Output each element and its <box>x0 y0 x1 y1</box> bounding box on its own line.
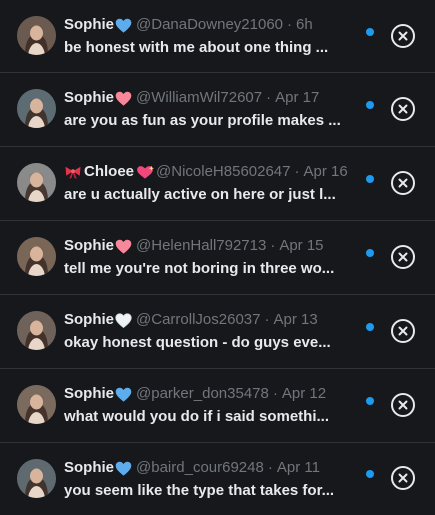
conversation-row[interactable]: Chloee @NicoleH85602647 · Apr 16 are u actua… <box>0 147 435 221</box>
message-preview: okay honest question - do guys eve... <box>64 334 331 351</box>
separator: · <box>270 237 276 254</box>
unread-dot-icon <box>366 101 374 109</box>
separator: · <box>266 89 272 106</box>
conversation-header: Sophie @WilliamWil72607 · Apr 17 <box>64 88 365 108</box>
white-heart-icon <box>115 312 132 328</box>
display-name: Sophie <box>64 89 115 106</box>
conversation-row[interactable]: Sophie @WilliamWil72607 · Apr 17 are you as … <box>0 73 435 147</box>
user-handle: @HelenHall792713 <box>136 237 267 254</box>
user-handle: @DanaDowney21060 <box>136 16 284 33</box>
timestamp: Apr 17 <box>275 89 320 106</box>
ribbon-bow-icon <box>64 164 82 180</box>
avatar[interactable] <box>17 237 56 276</box>
avatar[interactable] <box>17 89 56 128</box>
avatar[interactable] <box>17 385 56 424</box>
conversation-row[interactable]: Sophie @DanaDowney21060 · 6h be honest with … <box>0 0 435 73</box>
user-handle: @CarrollJos26037 <box>136 311 261 328</box>
pink-heart-icon <box>115 91 132 106</box>
display-name: Sophie <box>64 385 115 402</box>
close-icon[interactable] <box>391 319 415 343</box>
separator: · <box>287 16 293 33</box>
close-icon[interactable] <box>391 466 415 490</box>
conversation-header: Chloee @NicoleH85602647 · Apr 16 <box>64 162 365 182</box>
close-icon[interactable] <box>391 393 415 417</box>
display-name: Sophie <box>64 311 115 328</box>
conversation-list: Sophie @DanaDowney21060 · 6h be honest with … <box>0 0 435 515</box>
message-preview: you seem like the type that takes for... <box>64 482 335 499</box>
conversation-header: Sophie @baird_cour69248 · Apr 11 <box>64 458 365 478</box>
pink-heart-icon <box>115 239 132 254</box>
message-preview: tell me you're not boring in three wo... <box>64 260 335 277</box>
avatar[interactable] <box>17 459 56 498</box>
message-preview: what would you do if i said somethi... <box>64 408 330 425</box>
conversation-header: Sophie @DanaDowney21060 · 6h <box>64 15 365 35</box>
timestamp: 6h <box>296 16 313 33</box>
display-name: Sophie <box>64 237 115 254</box>
close-icon[interactable] <box>391 24 415 48</box>
user-handle: @baird_cour69248 <box>136 459 264 476</box>
display-name: Chloee <box>84 163 135 180</box>
separator: · <box>264 311 270 328</box>
user-handle: @NicoleH85602647 <box>156 163 291 180</box>
avatar[interactable] <box>17 16 56 55</box>
conversation-row[interactable]: Sophie @parker_don35478 · Apr 12 what would … <box>0 369 435 443</box>
timestamp: Apr 16 <box>303 163 348 180</box>
unread-dot-icon <box>366 249 374 257</box>
sparkling-hearts-icon <box>135 165 154 180</box>
blue-heart-icon <box>115 387 132 402</box>
conversation-row[interactable]: Sophie @HelenHall792713 · Apr 15 tell me you… <box>0 221 435 295</box>
unread-dot-icon <box>366 175 374 183</box>
user-handle: @WilliamWil72607 <box>136 89 263 106</box>
unread-dot-icon <box>366 470 374 478</box>
timestamp: Apr 13 <box>273 311 318 328</box>
unread-dot-icon <box>366 323 374 331</box>
conversation-row[interactable]: Sophie @baird_cour69248 · Apr 11 you seem li… <box>0 443 435 515</box>
message-preview: be honest with me about one thing ... <box>64 39 329 56</box>
avatar[interactable] <box>17 163 56 202</box>
conversation-row[interactable]: Sophie @CarrollJos26037 · Apr 13 okay honest… <box>0 295 435 369</box>
separator: · <box>272 385 278 402</box>
conversation-header: Sophie @CarrollJos26037 · Apr 13 <box>64 310 365 330</box>
avatar[interactable] <box>17 311 56 350</box>
blue-heart-icon <box>115 18 132 33</box>
separator: · <box>267 459 273 476</box>
message-preview: are you as fun as your profile makes ... <box>64 112 341 129</box>
conversation-header: Sophie @parker_don35478 · Apr 12 <box>64 384 365 404</box>
message-preview: are u actually active on here or just l.… <box>64 186 336 203</box>
display-name: Sophie <box>64 459 115 476</box>
blue-heart-icon <box>115 461 132 476</box>
close-icon[interactable] <box>391 97 415 121</box>
conversation-header: Sophie @HelenHall792713 · Apr 15 <box>64 236 365 256</box>
display-name: Sophie <box>64 16 115 33</box>
unread-dot-icon <box>366 397 374 405</box>
close-icon[interactable] <box>391 171 415 195</box>
close-icon[interactable] <box>391 245 415 269</box>
separator: · <box>294 163 300 180</box>
timestamp: Apr 11 <box>276 459 320 476</box>
unread-dot-icon <box>366 28 374 36</box>
timestamp: Apr 15 <box>279 237 324 254</box>
user-handle: @parker_don35478 <box>136 385 269 402</box>
timestamp: Apr 12 <box>281 385 327 402</box>
